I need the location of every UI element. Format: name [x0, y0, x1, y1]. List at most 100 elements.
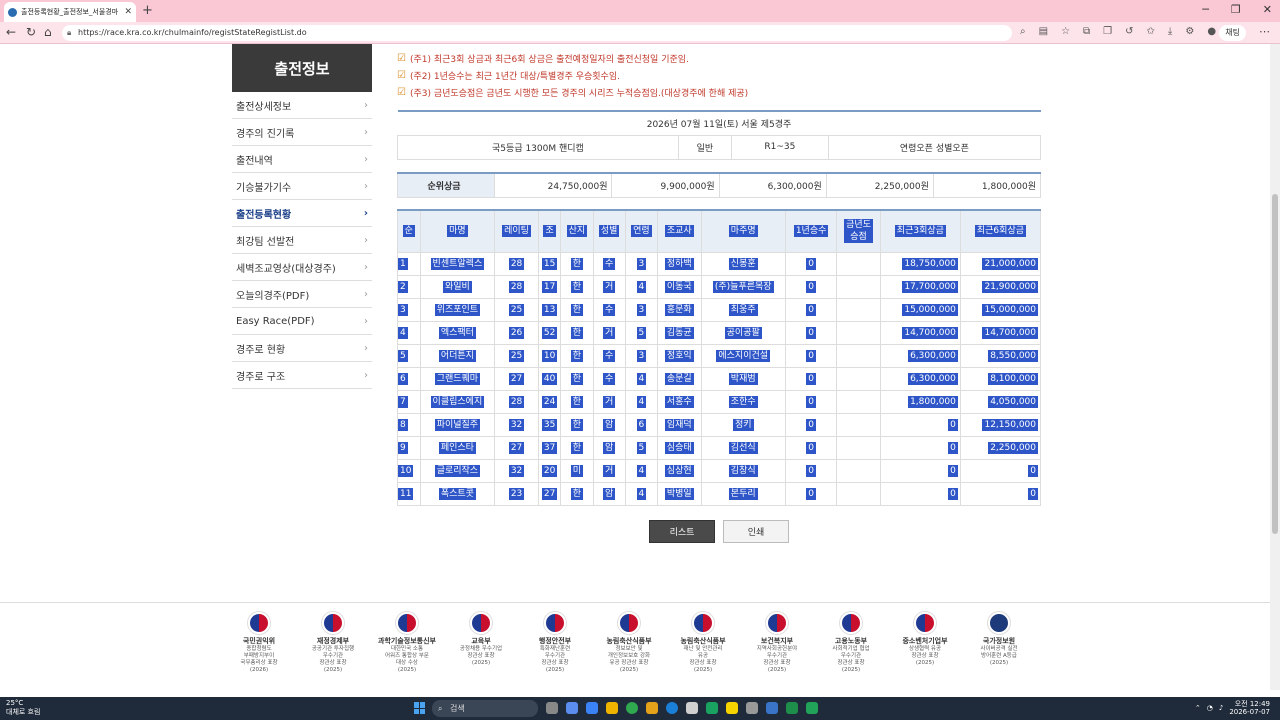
table-cell: 5	[397, 343, 421, 368]
profile-button[interactable]: 채팅	[1219, 25, 1246, 41]
cell-value: 0	[806, 372, 816, 385]
close-window-icon[interactable]: ✕	[1263, 3, 1272, 16]
minimize-icon[interactable]: ─	[1202, 3, 1209, 16]
zoom-icon[interactable]: ⌕	[1020, 26, 1026, 37]
home-icon[interactable]: ⌂	[44, 25, 52, 39]
sidebar-item[interactable]: 출전내역 ›	[232, 146, 372, 173]
table-cell: 암	[592, 412, 626, 437]
tray-up-icon[interactable]: ⌃	[1195, 704, 1201, 712]
print-button[interactable]: 인쇄	[723, 520, 789, 543]
table-cell: 20	[537, 458, 562, 483]
award-badge: 고용노동부 사회적기업 협업 우수기관 장관상 표창 (2025)	[814, 612, 888, 674]
task-view-icon[interactable]	[546, 702, 558, 714]
sidebar-item[interactable]: 경주로 현황 ›	[232, 335, 372, 362]
scrollbar-thumb[interactable]	[1272, 194, 1278, 534]
table-cell: 빈센트알렉스	[419, 251, 496, 276]
settings-icon[interactable]: ⚙	[1185, 26, 1194, 37]
app-icon[interactable]	[586, 702, 598, 714]
cell-value: 0	[1028, 487, 1038, 500]
cell-value: 12,150,000	[982, 418, 1038, 431]
table-cell: 52	[537, 320, 562, 345]
table-cell: 3	[624, 251, 658, 276]
chevron-right-icon: ›	[364, 369, 368, 381]
network-icon[interactable]: ◔	[1207, 704, 1213, 712]
chrome-icon[interactable]	[626, 702, 638, 714]
table-cell: 미	[560, 458, 594, 483]
url-field[interactable]: 🔒︎ https://race.kra.co.kr/chulmainfo/reg…	[62, 25, 1012, 41]
cell-value: 1	[398, 257, 408, 270]
taskbar-search[interactable]: ⌕ 검색	[432, 700, 538, 717]
cell-value: 한	[570, 441, 584, 454]
collections-icon[interactable]: ❐	[1103, 26, 1112, 37]
column-header-label: 조교사	[664, 225, 694, 238]
extensions-icon[interactable]: ⧉	[1083, 26, 1090, 37]
table-cell: 3	[397, 297, 421, 322]
favorite-icon[interactable]: ☆	[1061, 26, 1070, 37]
award-desc: 공공기관 투자집행 우수기관 장관상 표창 (2025)	[311, 646, 355, 673]
more-menu-icon[interactable]: ⋯	[1259, 25, 1270, 38]
excel-icon[interactable]	[786, 702, 798, 714]
weather-widget[interactable]: 25°C 대체로 흐림	[6, 699, 40, 717]
sidebar-item-label: 오늘의경주(PDF)	[236, 290, 310, 302]
close-tab-icon[interactable]: ✕	[124, 7, 132, 17]
history-icon[interactable]: ↺	[1125, 26, 1133, 37]
column-header-label: 성별	[598, 225, 620, 238]
sidebar-item[interactable]: 세벽조교영상(대상경주) ›	[232, 254, 372, 281]
cell-value: 3	[636, 303, 647, 316]
maximize-icon[interactable]: ❐	[1231, 3, 1241, 16]
sidebar-item[interactable]: 출전상세정보 ›	[232, 92, 372, 119]
column-header-label: 마명	[447, 225, 468, 238]
table-cell: 6	[624, 412, 658, 437]
table-cell: 글로리작스	[419, 458, 496, 483]
table-row: 11 폭스트콧 23 27 한 암 4 박병일 본두리 0 0 0	[397, 481, 1042, 506]
volume-icon[interactable]: ♪	[1219, 704, 1223, 712]
award-name: 국민권익위	[242, 637, 276, 645]
back-icon[interactable]: ←	[6, 25, 16, 39]
table-cell: 0	[784, 320, 838, 345]
widgets-icon[interactable]	[566, 702, 578, 714]
sidebar-item[interactable]: 출전등록현황 ›	[232, 200, 372, 227]
prize-3: 6,300,000원	[718, 172, 827, 198]
award-badge: 과학기술정보통신부 대한민국 소통 어워즈 통합상 부문 대상 수상 (2025)	[370, 612, 444, 674]
sidebar-item[interactable]: 경주의 진기록 ›	[232, 119, 372, 146]
table-cell: 21,900,000	[959, 274, 1042, 299]
app2-icon[interactable]	[706, 702, 718, 714]
clock[interactable]: 오전 12:49 2026-07-07	[1229, 700, 1270, 716]
table-cell: 1,800,000	[879, 389, 961, 414]
award-badge: 농림축산식품부 재난 및 안전관리 유공 장관상 표창 (2025)	[666, 612, 740, 674]
table-cell: 15	[537, 251, 562, 276]
edge-icon[interactable]	[666, 702, 678, 714]
start-icon[interactable]	[414, 702, 426, 714]
cell-value: 8	[398, 418, 408, 431]
cell-value: 박재범	[728, 372, 758, 385]
cell-value: 3	[636, 349, 647, 362]
sidebar-item[interactable]: Easy Race(PDF) ›	[232, 308, 372, 335]
word-icon[interactable]	[766, 702, 778, 714]
favorites-bar-icon[interactable]: ✩	[1147, 26, 1155, 37]
sidebar-item[interactable]: 경주로 구조 ›	[232, 362, 372, 389]
refresh-icon[interactable]: ↻	[26, 25, 36, 39]
downloads-icon[interactable]: ⤓	[1168, 26, 1172, 37]
list-button[interactable]: 리스트	[649, 520, 715, 543]
browser-tab[interactable]: 출전등록현황_출전정보_서울경마 ✕	[4, 2, 136, 22]
app4-icon[interactable]	[806, 702, 818, 714]
sidebar-item[interactable]: 기승불가기수 ›	[232, 173, 372, 200]
page-scrollbar[interactable]	[1270, 44, 1280, 690]
cell-value: 수	[603, 257, 616, 270]
sidebar-item[interactable]: 최강팀 선발전 ›	[232, 227, 372, 254]
reader-icon[interactable]: ▤	[1039, 26, 1048, 37]
cell-value: 0	[806, 280, 816, 293]
file-explorer-icon[interactable]	[606, 702, 618, 714]
settings-app-icon[interactable]	[686, 702, 698, 714]
app3-icon[interactable]	[746, 702, 758, 714]
table-cell: 4	[624, 366, 658, 391]
new-tab-icon[interactable]: +	[142, 3, 153, 18]
account-icon[interactable]: ●	[1207, 26, 1216, 37]
government-emblem-icon	[544, 612, 566, 634]
column-header-label: 최근6회상금	[974, 225, 1027, 238]
folder-icon[interactable]	[646, 702, 658, 714]
sidebar-item[interactable]: 오늘의경주(PDF) ›	[232, 281, 372, 308]
kakaotalk-icon[interactable]	[726, 702, 738, 714]
cell-value: 5	[398, 349, 408, 362]
cell-value: 심상현	[664, 464, 694, 477]
